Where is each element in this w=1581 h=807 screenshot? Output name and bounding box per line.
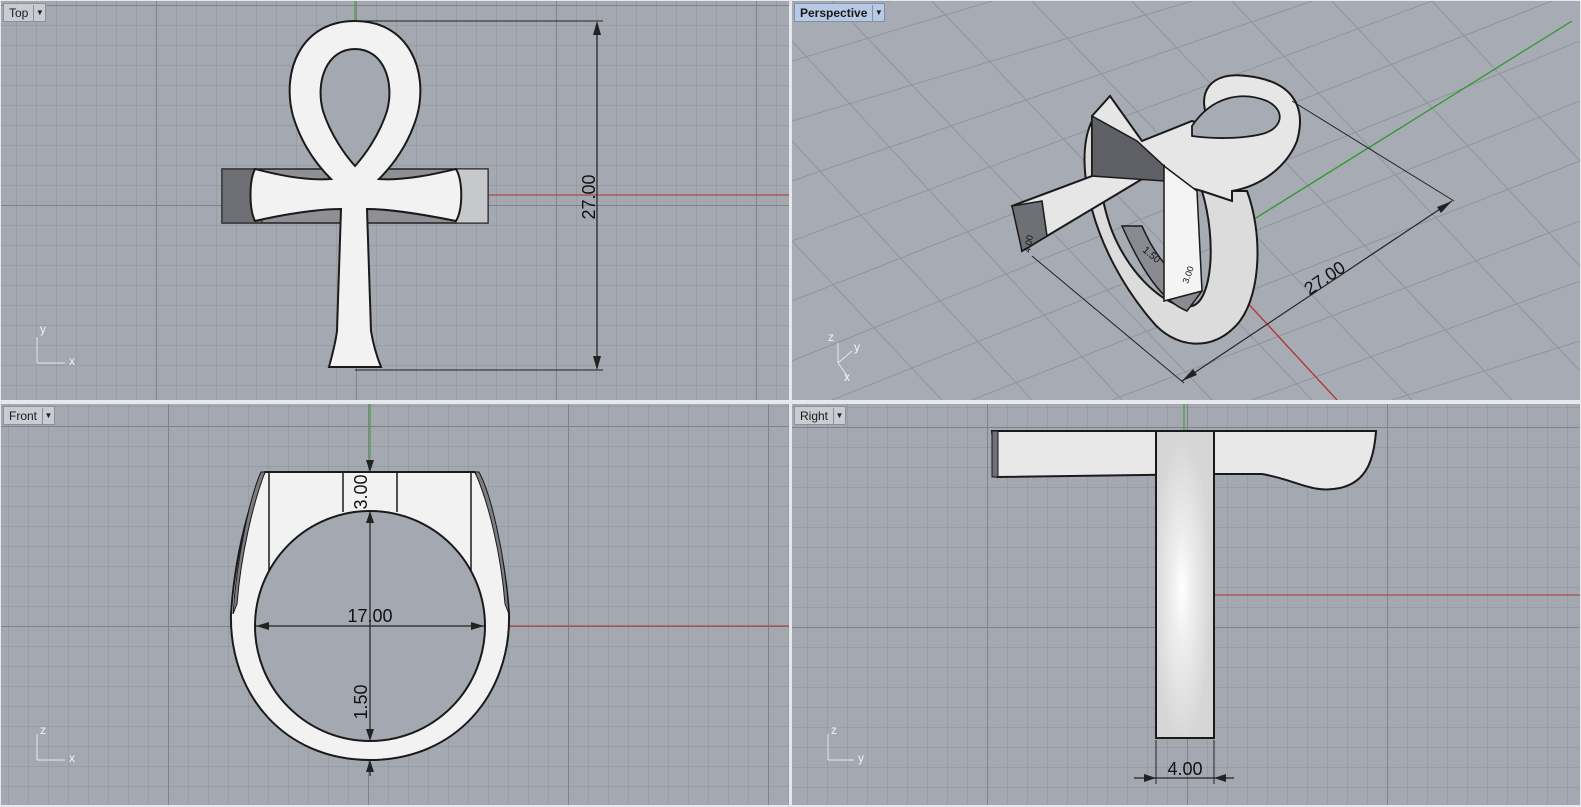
viewport-title: Top bbox=[9, 5, 29, 20]
viewport-title: Front bbox=[9, 408, 38, 423]
viewport-title: Right bbox=[800, 408, 829, 423]
viewport-title: Perspective bbox=[800, 5, 868, 20]
chevron-down-icon[interactable]: ▼ bbox=[42, 407, 54, 424]
perspective-view-scene: 27.00 1.50 3.00 4.00 z y x bbox=[792, 1, 1580, 400]
axis-label-x: x bbox=[69, 354, 75, 368]
dim-ext-top bbox=[1291, 100, 1455, 202]
axis-label-z: z bbox=[828, 330, 834, 344]
axis-indicator-perspective: z y x bbox=[828, 330, 860, 384]
dim-label-small-3: 4.00 bbox=[1022, 234, 1035, 253]
dim-arrow-b bbox=[1437, 201, 1452, 213]
viewport-perspective[interactable]: Perspective ▼ 27.00 1.50 3.00 4.00 z y x bbox=[792, 1, 1580, 400]
chevron-down-icon[interactable]: ▼ bbox=[33, 4, 45, 21]
dim-arrow-a bbox=[1144, 774, 1156, 782]
viewport-front[interactable]: Front ▼ 3.00 17.00 1.50 z x bbox=[1, 404, 789, 805]
dim-label-length: 27.00 bbox=[1300, 257, 1349, 299]
chevron-down-icon[interactable]: ▼ bbox=[872, 4, 884, 21]
axis-label-y: y bbox=[854, 340, 860, 354]
dim-arrow-top-a bbox=[366, 460, 374, 472]
axis-label-z: z bbox=[40, 723, 46, 737]
dim-label-bottom: 1.50 bbox=[351, 684, 371, 719]
viewport-tab-front[interactable]: Front ▼ bbox=[3, 406, 56, 425]
dim-arrow-bottom bbox=[593, 356, 601, 370]
ring-side-stem bbox=[1155, 430, 1215, 739]
chevron-down-icon[interactable]: ▼ bbox=[833, 407, 845, 424]
dim-label-width: 17.00 bbox=[347, 606, 392, 626]
axis-label-y: y bbox=[40, 322, 46, 336]
dim-arrow-top bbox=[593, 21, 601, 35]
dim-label-height: 27.00 bbox=[579, 174, 599, 219]
viewport-tab-perspective[interactable]: Perspective ▼ bbox=[794, 3, 886, 22]
viewport-tab-right[interactable]: Right ▼ bbox=[794, 406, 847, 425]
top-view-scene: 27.00 y x bbox=[36, 1, 789, 371]
axis-label-x: x bbox=[844, 370, 850, 384]
dim-arrow-b bbox=[1214, 774, 1226, 782]
axis-label-x: x bbox=[69, 751, 75, 765]
axis-label-z: z bbox=[831, 723, 837, 737]
ankh-end-shade bbox=[991, 430, 999, 478]
viewport-right[interactable]: Right ▼ 4.00 z y bbox=[792, 404, 1580, 805]
axis-indicator-top: y x bbox=[36, 322, 75, 368]
front-view-scene: 3.00 17.00 1.50 z x bbox=[36, 404, 789, 776]
axis-indicator-right: z y bbox=[827, 723, 864, 765]
dim-label-width: 4.00 bbox=[1167, 759, 1202, 779]
right-view-scene: 4.00 z y bbox=[827, 404, 1580, 784]
viewport-tab-top[interactable]: Top ▼ bbox=[3, 3, 47, 22]
viewport-top[interactable]: Top ▼ 27.00 y x bbox=[1, 1, 789, 400]
axis-indicator-front: z x bbox=[36, 723, 75, 765]
dim-label-top: 3.00 bbox=[351, 474, 371, 509]
axis-label-y: y bbox=[858, 751, 864, 765]
